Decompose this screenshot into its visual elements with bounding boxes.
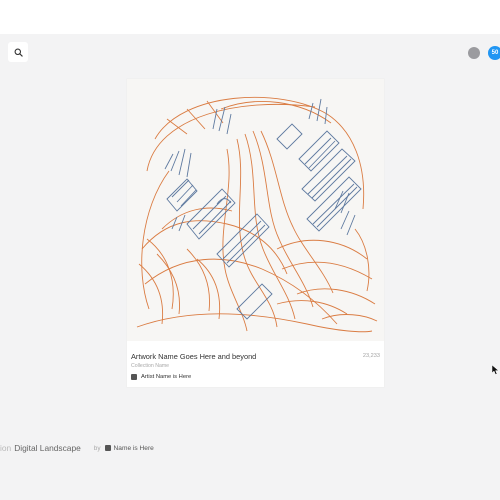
notification-badge[interactable]: 50 (488, 46, 500, 60)
view-count: 23,233 (362, 353, 380, 359)
user-avatar[interactable] (468, 47, 480, 59)
mouse-cursor-icon (492, 365, 500, 375)
by-label: by (93, 444, 101, 452)
search-icon (14, 48, 23, 57)
top-bar (0, 0, 500, 34)
artwork-title[interactable]: Artwork Name Goes Here and beyond (131, 352, 256, 361)
footer-artist-name[interactable]: Name is Here (114, 445, 154, 452)
search-button[interactable] (8, 42, 28, 62)
footer-artist-avatar (104, 445, 111, 451)
artist-link[interactable]: Artist Name is Here (131, 374, 191, 380)
section-title[interactable]: Digital Landscape (14, 443, 81, 453)
artwork-card[interactable]: Artwork Name Goes Here and beyond 23,233… (127, 79, 384, 387)
section-footer: ion Digital Landscape by Name is Here (0, 441, 154, 455)
artist-avatar (131, 374, 137, 380)
artist-name: Artist Name is Here (141, 374, 192, 380)
screen: 50 Artwork Name Goes Here and beyond 23,… (0, 0, 500, 500)
collection-name[interactable]: Collection Name (131, 363, 169, 369)
artwork-image[interactable] (127, 79, 384, 341)
section-title-prefix: ion (0, 443, 12, 453)
header-bar: 50 (0, 34, 500, 72)
